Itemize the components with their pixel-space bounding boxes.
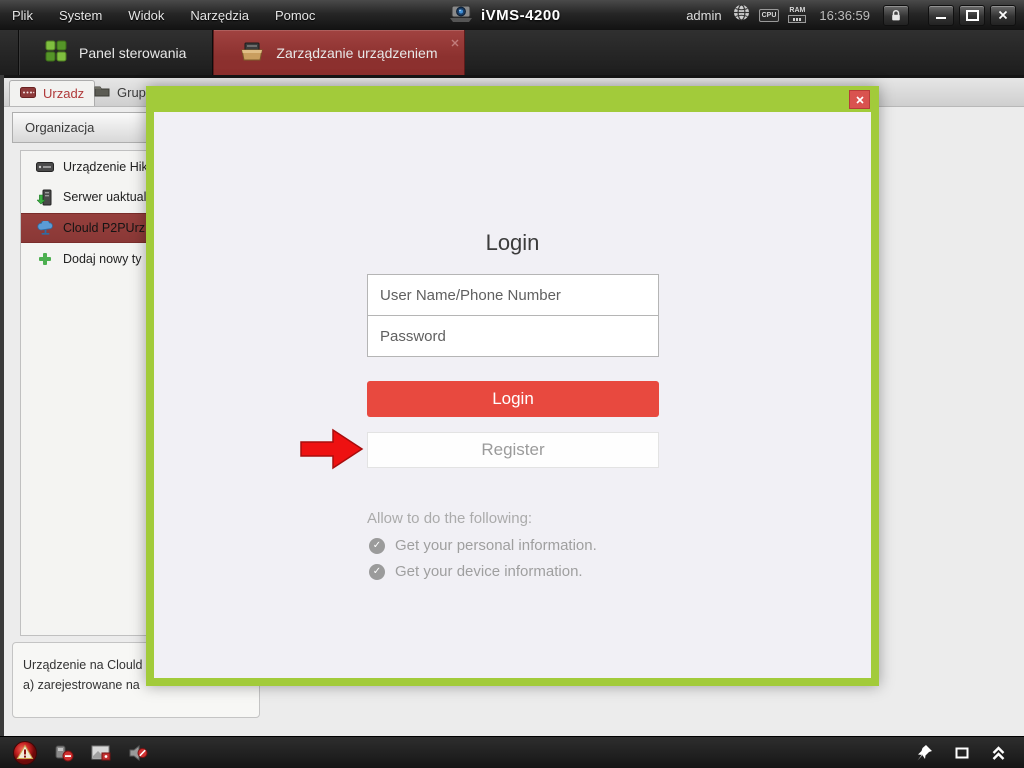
audio-muted-icon[interactable] bbox=[127, 742, 149, 764]
upgrade-server-icon bbox=[35, 188, 55, 206]
allow-heading: Allow to do the following: bbox=[367, 510, 532, 527]
statusbar-right-icons bbox=[916, 744, 1006, 762]
statusbar bbox=[0, 736, 1024, 768]
window-left-frame bbox=[0, 75, 4, 736]
tree-item-label: Urządzenie Hik bbox=[63, 160, 148, 174]
tree-item-label: Clould P2PUrz bbox=[63, 221, 145, 235]
app-title: iVMS-4200 bbox=[481, 7, 561, 24]
device-keypad-icon bbox=[20, 86, 36, 101]
device-offline-icon[interactable] bbox=[53, 742, 75, 764]
tab-label: Urzadz bbox=[43, 86, 84, 101]
tree-item-label: Serwer uaktual bbox=[63, 190, 146, 204]
username-field[interactable] bbox=[367, 274, 659, 316]
dialog-body: Login Login Register Allow to do the fol… bbox=[154, 112, 871, 678]
permission-item: ✓ Get your personal information. bbox=[369, 537, 597, 554]
password-field[interactable] bbox=[367, 315, 659, 357]
register-button[interactable]: Register bbox=[367, 432, 659, 468]
lock-screen-button[interactable] bbox=[883, 5, 909, 26]
tab-label: Zarządzanie urządzeniem bbox=[276, 45, 437, 61]
device-management-icon bbox=[240, 40, 264, 65]
permission-item: ✓ Get your device information. bbox=[369, 563, 583, 580]
tab-panel-sterowania[interactable]: Panel sterowania bbox=[18, 30, 213, 75]
close-button[interactable] bbox=[990, 5, 1016, 26]
collapse-statusbar-icon[interactable] bbox=[991, 745, 1006, 761]
cpu-usage-icon[interactable]: CPU bbox=[759, 9, 780, 22]
minimize-button[interactable] bbox=[928, 5, 954, 26]
network-globe-icon[interactable] bbox=[733, 4, 750, 26]
tab-close-icon[interactable] bbox=[451, 34, 459, 50]
check-circle-icon: ✓ bbox=[369, 538, 385, 554]
organization-title: Organizacja bbox=[25, 120, 94, 135]
menu-pomoc[interactable]: Pomoc bbox=[275, 8, 315, 23]
cloud-login-dialog: Login Login Register Allow to do the fol… bbox=[146, 86, 879, 686]
event-image-icon[interactable] bbox=[90, 742, 112, 764]
red-arrow-annotation bbox=[300, 426, 364, 477]
app-logo-title: iVMS-4200 bbox=[448, 0, 561, 30]
statusbar-left-icons bbox=[12, 740, 149, 766]
menu-system[interactable]: System bbox=[59, 8, 102, 23]
tab-urzadz[interactable]: Urzadz bbox=[9, 80, 95, 106]
menu-plik[interactable]: Plik bbox=[12, 8, 33, 23]
login-button[interactable]: Login bbox=[367, 381, 659, 417]
tab-label: Panel sterowania bbox=[79, 45, 186, 61]
ivms-4200-window: Plik System Widok Narzędzia Pomoc iVMS-4… bbox=[0, 0, 1024, 768]
app-logo-camera-icon bbox=[448, 3, 474, 28]
cloud-p2p-icon bbox=[35, 219, 55, 237]
add-device-type-icon bbox=[35, 250, 55, 268]
window-controls bbox=[928, 5, 1016, 26]
permission-label: Get your personal information. bbox=[395, 537, 597, 554]
tree-item-label: Dodaj nowy ty bbox=[63, 252, 142, 266]
menubar: Plik System Widok Narzędzia Pomoc bbox=[12, 8, 315, 23]
control-panel-grid-icon bbox=[45, 40, 67, 65]
menu-narzedzia[interactable]: Narzędzia bbox=[190, 8, 249, 23]
folder-icon bbox=[94, 85, 110, 100]
pin-icon[interactable] bbox=[916, 744, 933, 762]
ram-usage-icon[interactable]: RAM bbox=[788, 7, 806, 23]
tab-zarzadzanie-urzadzeniem[interactable]: Zarządzanie urządzeniem bbox=[213, 30, 464, 75]
titlebar-right: admin CPU RAM 16:36:59 bbox=[686, 0, 1016, 30]
permission-label: Get your device information. bbox=[395, 563, 583, 580]
main-tabbar: Panel sterowania Zarządzanie urządzeniem bbox=[0, 30, 1024, 78]
menu-widok[interactable]: Widok bbox=[128, 8, 164, 23]
encoding-device-icon bbox=[35, 158, 55, 176]
login-title: Login bbox=[154, 230, 871, 256]
logged-user-label[interactable]: admin bbox=[686, 8, 721, 23]
login-form bbox=[367, 274, 659, 357]
alarm-event-icon[interactable] bbox=[12, 740, 38, 766]
restore-panel-icon[interactable] bbox=[955, 747, 969, 759]
check-circle-icon: ✓ bbox=[369, 564, 385, 580]
clock: 16:36:59 bbox=[819, 8, 870, 23]
titlebar: Plik System Widok Narzędzia Pomoc iVMS-4… bbox=[0, 0, 1024, 31]
dialog-close-button[interactable] bbox=[849, 90, 870, 109]
maximize-button[interactable] bbox=[959, 5, 985, 26]
